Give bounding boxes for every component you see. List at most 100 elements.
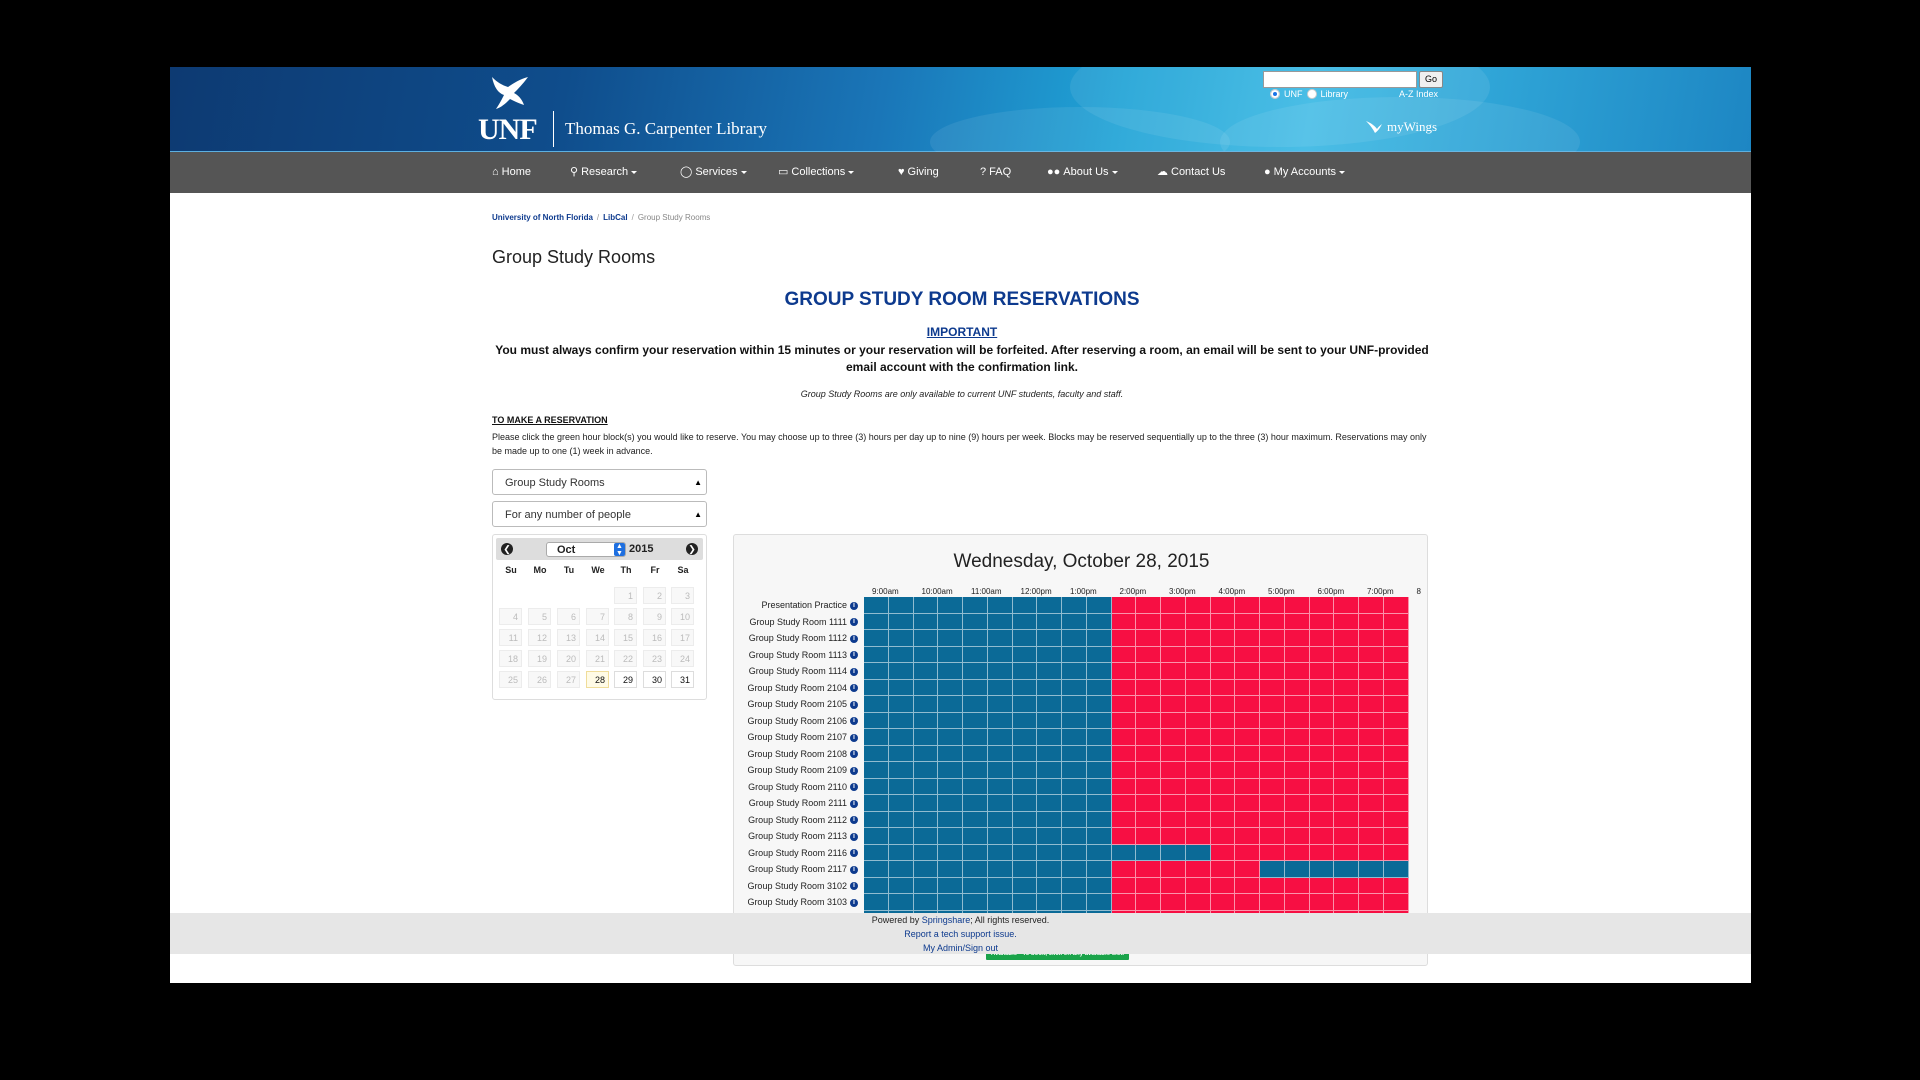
available-slot[interactable] <box>938 663 963 680</box>
site-search-input[interactable] <box>1263 71 1417 88</box>
available-slot[interactable] <box>1086 811 1112 828</box>
available-slot[interactable] <box>864 877 889 894</box>
available-slot[interactable] <box>938 778 963 795</box>
available-slot[interactable] <box>1012 663 1038 680</box>
available-slot[interactable] <box>1037 894 1062 911</box>
available-slot[interactable] <box>1309 861 1335 878</box>
available-slot[interactable] <box>1062 778 1087 795</box>
available-slot[interactable] <box>963 811 988 828</box>
admin-signout-link[interactable]: My Admin/Sign out <box>923 943 998 953</box>
available-slot[interactable] <box>1062 894 1087 911</box>
available-slot[interactable] <box>987 597 1013 614</box>
available-slot[interactable] <box>864 828 889 845</box>
available-slot[interactable] <box>1012 646 1038 663</box>
available-slot[interactable] <box>1012 811 1038 828</box>
available-slot[interactable] <box>1062 712 1087 729</box>
available-slot[interactable] <box>913 877 939 894</box>
info-icon[interactable]: i <box>850 766 858 775</box>
available-slot[interactable] <box>888 877 914 894</box>
available-slot[interactable] <box>938 844 963 861</box>
available-slot[interactable] <box>1037 861 1062 878</box>
room-label[interactable]: Group Study Room 2116 i <box>734 848 858 858</box>
nav-collections[interactable]: ▭ Collections <box>778 152 855 193</box>
available-slot[interactable] <box>963 894 988 911</box>
available-slot[interactable] <box>1086 828 1112 845</box>
room-label[interactable]: Group Study Room 3102 i <box>734 881 858 891</box>
available-slot[interactable] <box>987 729 1013 746</box>
available-slot[interactable] <box>913 630 939 647</box>
available-slot[interactable] <box>938 811 963 828</box>
available-slot[interactable] <box>1136 844 1161 861</box>
available-slot[interactable] <box>1086 646 1112 663</box>
available-slot[interactable] <box>1037 630 1062 647</box>
prev-month-button[interactable]: ❮ <box>501 543 513 555</box>
available-slot[interactable] <box>1086 597 1112 614</box>
available-slot[interactable] <box>963 646 988 663</box>
available-slot[interactable] <box>1012 861 1038 878</box>
available-slot[interactable] <box>1012 762 1038 779</box>
available-slot[interactable] <box>987 795 1013 812</box>
available-slot[interactable] <box>1086 745 1112 762</box>
available-slot[interactable] <box>864 762 889 779</box>
month-select[interactable]: Oct ▲ ▼ <box>546 542 626 557</box>
available-slot[interactable] <box>1062 613 1087 630</box>
available-slot[interactable] <box>963 696 988 713</box>
available-slot[interactable] <box>938 861 963 878</box>
available-slot[interactable] <box>938 630 963 647</box>
library-name[interactable]: Thomas G. Carpenter Library <box>565 119 767 139</box>
info-icon[interactable]: i <box>850 601 858 610</box>
available-slot[interactable] <box>1012 877 1038 894</box>
nav-giving[interactable]: ♥ Giving <box>898 152 939 193</box>
info-icon[interactable]: i <box>850 651 858 660</box>
available-slot[interactable] <box>888 745 914 762</box>
info-icon[interactable]: i <box>850 799 858 808</box>
available-slot[interactable] <box>888 861 914 878</box>
available-slot[interactable] <box>1062 663 1087 680</box>
info-icon[interactable]: i <box>850 667 858 676</box>
nav-about-us[interactable]: ●● About Us <box>1047 152 1118 193</box>
available-slot[interactable] <box>888 828 914 845</box>
available-slot[interactable] <box>864 729 889 746</box>
available-slot[interactable] <box>1012 844 1038 861</box>
available-slot[interactable] <box>1062 679 1087 696</box>
available-slot[interactable] <box>938 712 963 729</box>
room-label[interactable]: Group Study Room 1113 i <box>734 650 858 660</box>
available-slot[interactable] <box>1086 679 1112 696</box>
available-slot[interactable] <box>938 745 963 762</box>
available-slot[interactable] <box>1037 696 1062 713</box>
available-slot[interactable] <box>1037 712 1062 729</box>
available-slot[interactable] <box>1284 861 1310 878</box>
available-slot[interactable] <box>864 663 889 680</box>
available-slot[interactable] <box>963 795 988 812</box>
room-label[interactable]: Group Study Room 1111 i <box>734 617 858 627</box>
nav-contact-us[interactable]: ☁ Contact Us <box>1157 152 1225 193</box>
available-slot[interactable] <box>1037 877 1062 894</box>
available-slot[interactable] <box>888 630 914 647</box>
available-slot[interactable] <box>987 679 1013 696</box>
available-slot[interactable] <box>987 646 1013 663</box>
available-slot[interactable] <box>987 762 1013 779</box>
available-slot[interactable] <box>913 696 939 713</box>
available-slot[interactable] <box>864 778 889 795</box>
available-slot[interactable] <box>888 663 914 680</box>
available-slot[interactable] <box>913 795 939 812</box>
available-slot[interactable] <box>1037 828 1062 845</box>
info-icon[interactable]: i <box>850 700 858 709</box>
available-slot[interactable] <box>963 828 988 845</box>
available-slot[interactable] <box>1086 861 1112 878</box>
available-slot[interactable] <box>987 861 1013 878</box>
available-slot[interactable] <box>1037 795 1062 812</box>
available-slot[interactable] <box>938 646 963 663</box>
available-slot[interactable] <box>888 712 914 729</box>
room-label[interactable]: Group Study Room 1114 i <box>734 666 858 676</box>
available-slot[interactable] <box>1037 811 1062 828</box>
available-slot[interactable] <box>1012 712 1038 729</box>
available-slot[interactable] <box>1012 778 1038 795</box>
available-slot[interactable] <box>864 597 889 614</box>
breadcrumb-libcal[interactable]: LibCal <box>603 213 627 222</box>
available-slot[interactable] <box>1111 844 1137 861</box>
available-slot[interactable] <box>888 811 914 828</box>
info-icon[interactable]: i <box>850 717 858 726</box>
available-slot[interactable] <box>888 729 914 746</box>
available-slot[interactable] <box>938 679 963 696</box>
